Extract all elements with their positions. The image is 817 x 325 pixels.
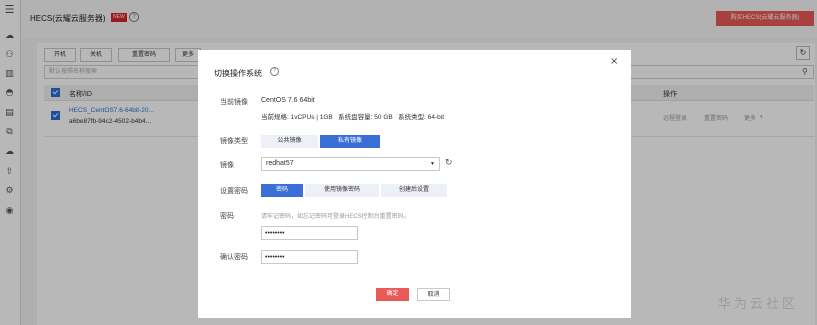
tab-use-image-password[interactable]: 使用镜像密码 (305, 184, 379, 197)
cancel-button[interactable]: 取消 (417, 288, 450, 301)
confirm-password-field (261, 250, 358, 264)
image-type-label: 镜像类型 (220, 138, 248, 145)
confirm-password-label: 确认密码 (220, 254, 248, 261)
password-hint: 请牢记密码，如忘记密码可登录HECS控制台重置密码。 (261, 214, 410, 220)
current-image-value: CentOS 7.6 64bit (261, 97, 315, 104)
refresh-icon[interactable]: ↻ (445, 157, 453, 169)
ok-button[interactable]: 确定 (376, 288, 409, 301)
password-input[interactable] (262, 227, 355, 239)
password-field (261, 226, 358, 240)
confirm-password-input[interactable] (262, 251, 355, 263)
help-icon[interactable]: ? (270, 67, 279, 76)
tab-private-image[interactable]: 私有镜像 (320, 135, 380, 148)
tab-set-after-creation[interactable]: 创建后设置 (381, 184, 447, 197)
dialog-title: 切换操作系统 (214, 69, 262, 78)
tab-public-image[interactable]: 公共镜像 (261, 135, 318, 148)
chevron-down-icon: ▼ (430, 161, 435, 167)
password-label: 密码 (220, 213, 234, 220)
current-spec: 当前规格: 1vCPUs | 1GB 系统盘容量: 50 GB 系统类型: 64… (261, 114, 445, 121)
current-image-label: 当前镜像 (220, 99, 248, 106)
image-select[interactable]: redhat57 ▼ (261, 157, 440, 171)
tab-password[interactable]: 密码 (261, 184, 303, 197)
image-label: 镜像 (220, 162, 234, 169)
image-select-value: redhat57 (266, 160, 294, 167)
set-password-label: 设置密码 (220, 188, 248, 195)
switch-os-dialog: 切换操作系统 ? × 当前镜像 CentOS 7.6 64bit 当前规格: 1… (198, 50, 631, 318)
close-icon[interactable]: × (610, 56, 618, 67)
